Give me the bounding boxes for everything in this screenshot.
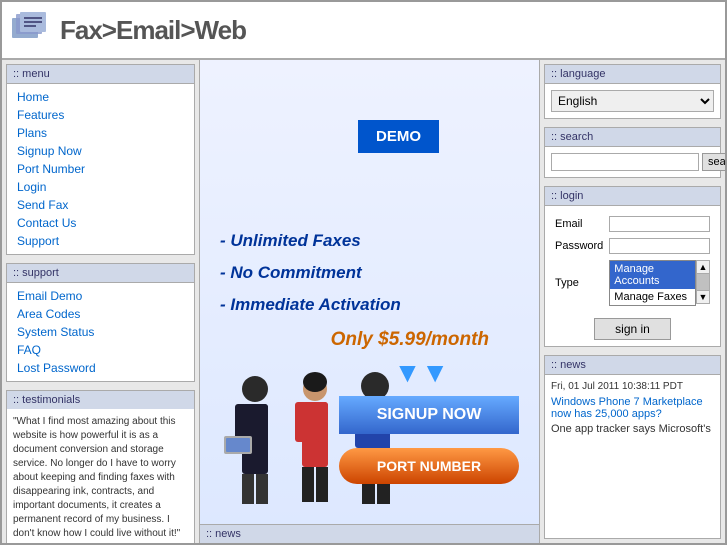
menu-item-port[interactable]: Port Number: [7, 160, 194, 178]
signup-button[interactable]: SIGNUP NOW: [339, 396, 519, 434]
list-item: Email Demo: [7, 287, 194, 305]
signin-container: sign in: [551, 314, 714, 340]
left-sidebar: :: menu Home Features Plans Signup Now P…: [2, 60, 200, 543]
demo-button[interactable]: DEMO: [358, 120, 439, 153]
list-item: Signup Now: [7, 142, 194, 160]
price-text: Only $5.99/month: [331, 329, 489, 351]
table-row: Type Manage Accounts Manage Faxes ▲: [553, 258, 712, 308]
news-section: :: news Fri, 01 Jul 2011 10:38:11 PDT Wi…: [544, 355, 721, 539]
password-cell: [607, 236, 712, 256]
login-header: :: login: [545, 187, 720, 206]
type-option-manage-accounts[interactable]: Manage Accounts: [610, 261, 695, 289]
password-label: Password: [553, 236, 605, 256]
signin-button[interactable]: sign in: [594, 318, 671, 340]
arrow-down-icon: ▼▼: [394, 357, 449, 389]
list-item: Area Codes: [7, 305, 194, 323]
list-item: Home: [7, 88, 194, 106]
center-content: - Unlimited Faxes - No Commitment - Imme…: [200, 60, 540, 543]
list-item: Lost Password: [7, 359, 194, 377]
list-item: Contact Us: [7, 214, 194, 232]
menu-item-home[interactable]: Home: [7, 88, 194, 106]
support-item-lostpassword[interactable]: Lost Password: [7, 359, 194, 377]
news-section-header: :: news: [545, 356, 720, 375]
scroll-down-icon[interactable]: ▼: [697, 290, 709, 303]
support-item-emaildemo[interactable]: Email Demo: [7, 287, 194, 305]
menu-section: :: menu Home Features Plans Signup Now P…: [6, 64, 195, 255]
people-illustration: [210, 364, 420, 524]
main-content: :: menu Home Features Plans Signup Now P…: [2, 60, 725, 543]
type-cell: Manage Accounts Manage Faxes ▲ ▼: [607, 258, 712, 308]
language-header: :: language: [545, 65, 720, 84]
login-table: Email Password Type: [551, 212, 714, 310]
menu-header: :: menu: [7, 65, 194, 84]
login-section: :: login Email Password Type: [544, 186, 721, 347]
list-item: FAQ: [7, 341, 194, 359]
list-item: Support: [7, 232, 194, 250]
search-row: search: [551, 153, 714, 171]
list-item: Plans: [7, 124, 194, 142]
app-window: Fax>Email>Web :: menu Home Features Plan…: [0, 0, 727, 545]
menu-item-features[interactable]: Features: [7, 106, 194, 124]
menu-item-support[interactable]: Support: [7, 232, 194, 250]
language-select[interactable]: English Spanish French German: [551, 90, 714, 112]
support-header: :: support: [7, 264, 194, 283]
search-section: :: search search: [544, 127, 721, 178]
type-dropdown-area: Manage Accounts Manage Faxes: [609, 260, 696, 306]
news-snippet-2: One app tracker says Microsoft's: [551, 423, 711, 435]
language-body: English Spanish French German: [545, 84, 720, 118]
support-section: :: support Email Demo Area Codes System …: [6, 263, 195, 382]
banner-line2: - No Commitment: [220, 263, 362, 283]
table-row: Password: [553, 236, 712, 256]
list-item: System Status: [7, 323, 194, 341]
type-scrollbar[interactable]: ▲ ▼: [696, 260, 710, 304]
banner-line3: - Immediate Activation: [220, 295, 401, 315]
menu-item-signup[interactable]: Signup Now: [7, 142, 194, 160]
menu-list: Home Features Plans Signup Now Port Numb…: [7, 84, 194, 254]
search-button[interactable]: search: [702, 153, 725, 171]
news-bar: :: news: [200, 524, 539, 543]
news-section-body: Fri, 01 Jul 2011 10:38:11 PDT Windows Ph…: [545, 375, 720, 441]
menu-item-sendfax[interactable]: Send Fax: [7, 196, 194, 214]
header: Fax>Email>Web: [2, 2, 725, 60]
scroll-thumb: [697, 274, 709, 290]
search-body: search: [545, 147, 720, 177]
list-item: Port Number: [7, 160, 194, 178]
email-label: Email: [553, 214, 605, 234]
type-label: Type: [553, 258, 605, 308]
news-link-1[interactable]: Windows Phone 7 Marketplace now has 25,0…: [551, 396, 714, 420]
menu-item-contact[interactable]: Contact Us: [7, 214, 194, 232]
search-input[interactable]: [551, 153, 699, 171]
testimonials-text: "What I find most amazing about this web…: [13, 415, 188, 541]
support-item-faq[interactable]: FAQ: [7, 341, 194, 359]
email-cell: [607, 214, 712, 234]
login-body: Email Password Type: [545, 206, 720, 346]
testimonials-header: :: testimonials: [7, 391, 194, 409]
right-sidebar: :: language English Spanish French Germa…: [540, 60, 725, 543]
support-item-status[interactable]: System Status: [7, 323, 194, 341]
list-item: Send Fax: [7, 196, 194, 214]
support-item-areacodes[interactable]: Area Codes: [7, 305, 194, 323]
table-row: Email: [553, 214, 712, 234]
password-input[interactable]: [609, 238, 710, 254]
logo-text: Fax>Email>Web: [60, 15, 246, 46]
email-input[interactable]: [609, 216, 710, 232]
menu-item-login[interactable]: Login: [7, 178, 194, 196]
language-section: :: language English Spanish French Germa…: [544, 64, 721, 119]
port-number-button[interactable]: PORT NUMBER: [339, 448, 519, 484]
news-date: Fri, 01 Jul 2011 10:38:11 PDT: [551, 381, 714, 392]
logo-icon: [12, 12, 52, 48]
type-option-manage-faxes[interactable]: Manage Faxes: [610, 289, 695, 305]
testimonials-section: :: testimonials "What I find most amazin…: [6, 390, 195, 543]
banner-area: - Unlimited Faxes - No Commitment - Imme…: [200, 60, 539, 524]
search-header: :: search: [545, 128, 720, 147]
banner-line1: - Unlimited Faxes: [220, 231, 361, 251]
support-list: Email Demo Area Codes System Status FAQ …: [7, 283, 194, 381]
list-item: Login: [7, 178, 194, 196]
menu-item-plans[interactable]: Plans: [7, 124, 194, 142]
list-item: Features: [7, 106, 194, 124]
scroll-up-icon[interactable]: ▲: [697, 261, 709, 274]
type-dropdown-container: Manage Accounts Manage Faxes ▲ ▼: [609, 260, 710, 306]
